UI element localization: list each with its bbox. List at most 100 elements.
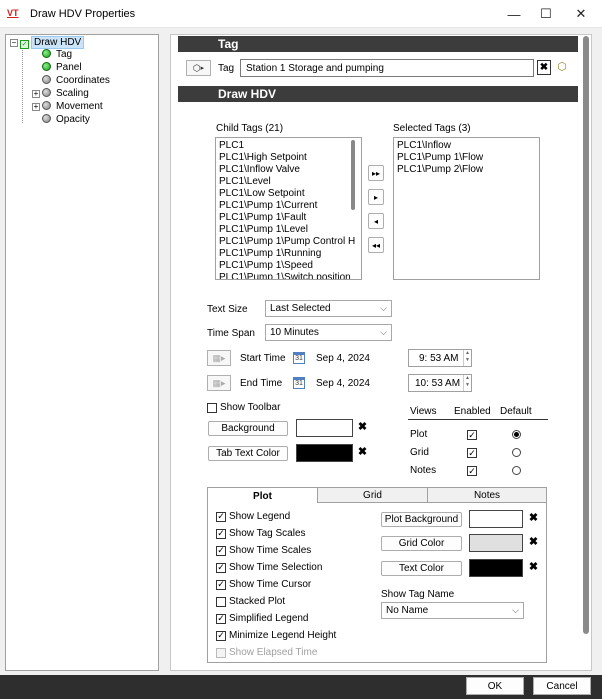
list-item[interactable]: PLC1\Pump 2\Flow <box>394 164 539 176</box>
plot-option-checkbox[interactable]: ✓ Show Time Selection <box>216 561 322 574</box>
tab-text-color-button[interactable]: Tab Text Color <box>208 446 288 461</box>
view-enabled-checkbox-notes[interactable]: ✓ <box>467 466 477 476</box>
tag-browse-button[interactable]: ⬡ ▸ <box>186 60 211 76</box>
view-enabled-checkbox-grid[interactable]: ✓ <box>467 448 477 458</box>
checkbox[interactable]: ✓ <box>216 528 226 539</box>
start-time-spinner[interactable]: 9: 53 AM ▲ ▼ <box>408 349 472 367</box>
expand-icon[interactable]: + <box>32 90 40 98</box>
add-tag-button[interactable]: ▸ <box>368 189 384 205</box>
end-time-tag-button[interactable]: ▦▸ <box>207 375 231 391</box>
clear-tag-icon[interactable]: ✖ <box>537 60 551 75</box>
list-item[interactable]: PLC1\Pump 1\Switch position <box>216 272 361 279</box>
tree-item-scaling[interactable]: + Scaling <box>32 87 91 100</box>
text-size-select[interactable]: Last Selected ⌵ <box>265 300 392 317</box>
view-default-radio-grid[interactable] <box>512 448 521 457</box>
tag-input[interactable]: Station 1 Storage and pumping <box>240 59 534 77</box>
view-default-radio-notes[interactable] <box>512 466 521 475</box>
start-time-label: Start Time <box>240 353 286 364</box>
time-span-select[interactable]: 10 Minutes ⌵ <box>265 324 392 341</box>
plot-option-checkbox[interactable]: Stacked Plot <box>216 595 285 608</box>
text-color-swatch[interactable] <box>469 559 523 577</box>
tab-text-color-swatch[interactable] <box>296 444 353 462</box>
clear-plot-background-icon[interactable]: ✖ <box>528 513 539 524</box>
child-tags-scrollbar-thumb[interactable] <box>351 140 355 210</box>
view-name-plot: Plot <box>410 429 428 440</box>
plot-option-checkbox[interactable]: ✓ Show Time Cursor <box>216 578 311 591</box>
checkbox <box>216 647 226 658</box>
list-item[interactable]: PLC1\Pump 1\Fault <box>216 212 361 224</box>
list-item[interactable]: PLC1\High Setpoint <box>216 152 361 164</box>
list-item[interactable]: PLC1\Low Setpoint <box>216 188 361 200</box>
checkbox[interactable]: ✓ <box>216 545 226 556</box>
checkbox[interactable]: ✓ <box>216 511 226 522</box>
checkbox[interactable]: ✓ <box>216 579 226 590</box>
end-date-value[interactable]: Sep 4, 2024 <box>316 378 370 389</box>
checkbox[interactable]: ✓ <box>216 613 226 624</box>
list-item[interactable]: PLC1\Pump 1\Level <box>216 224 361 236</box>
selected-tags-list[interactable]: PLC1\Inflow PLC1\Pump 1\Flow PLC1\Pump 2\F… <box>393 137 540 280</box>
clear-tab-text-color-icon[interactable]: ✖ <box>357 447 368 458</box>
end-time-spinner[interactable]: 10: 53 AM ▲ ▼ <box>408 374 472 392</box>
plot-option-checkbox[interactable]: ✓ Simplified Legend <box>216 612 309 625</box>
cancel-button[interactable]: Cancel <box>533 677 591 695</box>
list-item[interactable]: PLC1\Pump 1\Flow <box>394 152 539 164</box>
list-item[interactable]: PLC1\Pump 1\Speed <box>216 260 361 272</box>
view-default-radio-plot[interactable] <box>512 430 521 439</box>
tree-item-coordinates[interactable]: Coordinates <box>42 74 112 87</box>
remove-all-tags-button[interactable]: ◂◂ <box>368 237 384 253</box>
tag-link-icon[interactable]: ⬡ <box>554 60 570 75</box>
checkbox[interactable]: ✓ <box>216 630 226 641</box>
plot-option-checkbox: Show Elapsed Time <box>216 646 317 659</box>
tab-notes[interactable]: Notes <box>427 487 547 503</box>
child-tags-label: Child Tags (21) <box>216 123 284 134</box>
clear-text-color-icon[interactable]: ✖ <box>528 562 539 573</box>
background-color-swatch[interactable] <box>296 419 353 437</box>
calendar-icon[interactable]: 31 <box>293 352 305 364</box>
tree-item-tag[interactable]: Tag <box>42 48 74 61</box>
plot-option-checkbox[interactable]: ✓ Show Tag Scales <box>216 527 306 540</box>
list-item[interactable]: PLC1\Inflow <box>394 140 539 152</box>
checkbox[interactable] <box>216 596 226 607</box>
list-item[interactable]: PLC1\Inflow Valve <box>216 164 361 176</box>
tree-item-panel[interactable]: Panel <box>42 61 84 74</box>
grid-color-swatch[interactable] <box>469 534 523 552</box>
ok-button[interactable]: OK <box>466 677 524 695</box>
plot-option-checkbox[interactable]: ✓ Minimize Legend Height <box>216 629 336 642</box>
clear-grid-color-icon[interactable]: ✖ <box>528 537 539 548</box>
tree-item-movement[interactable]: + Movement <box>32 100 105 113</box>
list-item[interactable]: PLC1\Pump 1\Pump Control H <box>216 236 361 248</box>
show-toolbar-checkbox[interactable]: Show Toolbar <box>207 402 280 413</box>
child-tags-list[interactable]: PLC1 PLC1\High Setpoint PLC1\Inflow Valve P… <box>215 137 362 280</box>
list-item[interactable]: PLC1 <box>216 140 361 152</box>
list-item[interactable]: PLC1\Pump 1\Running <box>216 248 361 260</box>
grid-color-button[interactable]: Grid Color <box>381 536 462 551</box>
spin-arrows-icon[interactable]: ▲ ▼ <box>463 375 471 391</box>
collapse-icon[interactable]: − <box>10 39 18 47</box>
tree-item-opacity[interactable]: Opacity <box>42 113 92 126</box>
list-item[interactable]: PLC1\Pump 1\Current <box>216 200 361 212</box>
remove-tag-button[interactable]: ◂ <box>368 213 384 229</box>
plot-background-swatch[interactable] <box>469 510 523 528</box>
calendar-icon[interactable]: 31 <box>293 377 305 389</box>
text-color-button[interactable]: Text Color <box>381 561 462 576</box>
background-color-button[interactable]: Background <box>208 421 288 436</box>
checkbox[interactable] <box>207 402 217 413</box>
start-date-value[interactable]: Sep 4, 2024 <box>316 353 370 364</box>
maximize-button[interactable]: ☐ <box>526 0 566 28</box>
spin-arrows-icon[interactable]: ▲ ▼ <box>463 350 471 366</box>
scrollbar-thumb[interactable] <box>583 36 589 634</box>
plot-option-checkbox[interactable]: ✓ Show Legend <box>216 510 290 523</box>
plot-option-checkbox[interactable]: ✓ Show Time Scales <box>216 544 311 557</box>
list-item[interactable]: PLC1\Level <box>216 176 361 188</box>
plot-background-button[interactable]: Plot Background <box>381 512 462 527</box>
tab-plot[interactable]: Plot <box>207 487 318 504</box>
start-time-tag-button[interactable]: ▦▸ <box>207 350 231 366</box>
show-tag-name-select[interactable]: No Name ⌵ <box>381 602 524 619</box>
clear-background-icon[interactable]: ✖ <box>357 422 368 433</box>
checkbox[interactable]: ✓ <box>216 562 226 573</box>
view-enabled-checkbox-plot[interactable]: ✓ <box>467 430 477 440</box>
add-all-tags-button[interactable]: ▸▸ <box>368 165 384 181</box>
tab-grid[interactable]: Grid <box>317 487 428 503</box>
expand-icon[interactable]: + <box>32 103 40 111</box>
close-button[interactable]: ✕ <box>561 0 601 28</box>
